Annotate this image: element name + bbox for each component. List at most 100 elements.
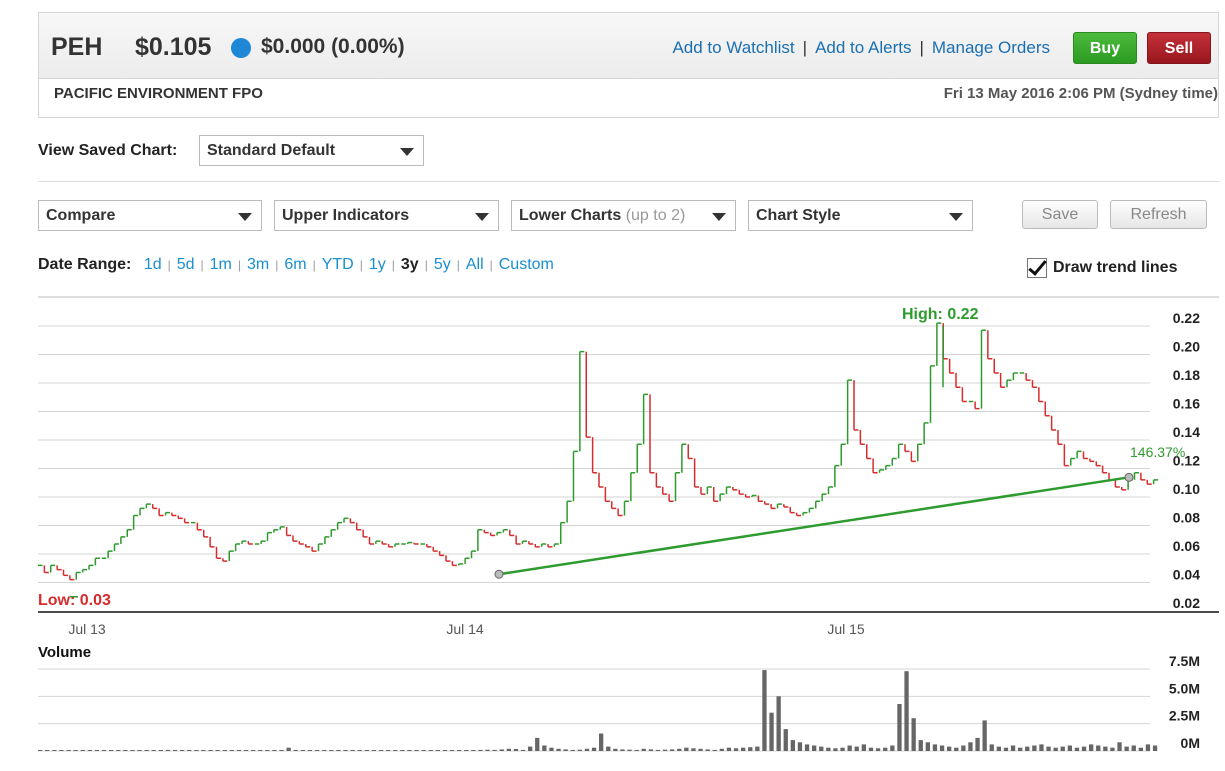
date-range-option[interactable]: All	[466, 256, 484, 273]
volume-bar	[691, 748, 696, 751]
volume-bar	[343, 750, 348, 751]
date-range-option[interactable]: 5d	[177, 256, 195, 273]
refresh-button[interactable]: Refresh	[1110, 200, 1207, 229]
quote-links: Add to Watchlist | Add to Alerts | Manage Or…	[672, 38, 1050, 58]
volume-bar	[790, 740, 795, 751]
volume-bar	[1124, 746, 1129, 751]
volume-bar	[94, 750, 100, 751]
quote-header: PEH $0.105 $0.000 (0.00%) Add to Watchli…	[38, 12, 1219, 118]
date-range-separator: |	[424, 258, 428, 272]
volume-bar	[947, 746, 952, 751]
volume-bar	[1003, 747, 1009, 751]
volume-bar	[435, 750, 440, 751]
volume-bar	[1110, 747, 1115, 751]
volume-bar	[314, 750, 320, 751]
volume-bar	[1025, 746, 1030, 751]
save-button[interactable]: Save	[1022, 200, 1098, 229]
volume-bar	[1117, 742, 1122, 751]
checkbox-checked-icon[interactable]	[1027, 258, 1047, 278]
volume-bar	[1067, 745, 1072, 751]
volume-bar	[996, 746, 1001, 751]
date-range-option[interactable]: 5y	[434, 256, 451, 273]
volume-bar	[499, 749, 504, 751]
price-series	[38, 322, 1159, 598]
sell-button[interactable]: Sell	[1147, 32, 1211, 64]
manage-orders-link[interactable]: Manage Orders	[932, 38, 1050, 57]
upper-indicators-select[interactable]: Upper Indicators	[274, 200, 499, 231]
draw-trend-lines-toggle[interactable]: Draw trend lines	[1027, 258, 1177, 278]
volume-bar	[847, 745, 852, 751]
buy-button[interactable]: Buy	[1073, 32, 1137, 64]
volume-tick-label: 7.5M	[1169, 653, 1200, 669]
quote-datetime: Fri 13 May 2016 2:06 PM (Sydney time)	[943, 85, 1218, 102]
chevron-down-icon	[475, 213, 489, 221]
volume-bar	[158, 750, 163, 751]
price-tick-label: 0.22	[1173, 310, 1200, 326]
ticker-symbol: PEH	[51, 33, 103, 61]
price-tick-label: 0.14	[1173, 424, 1200, 440]
volume-bar	[471, 750, 476, 751]
date-range-option[interactable]: 1m	[210, 256, 232, 273]
volume-bar	[492, 749, 497, 751]
chart-style-label: Chart Style	[756, 207, 841, 224]
chart-style-select[interactable]: Chart Style	[748, 200, 973, 231]
volume-bar	[897, 704, 902, 751]
volume-bar	[229, 750, 234, 751]
last-price: $0.105	[135, 33, 212, 61]
volume-bar	[194, 750, 199, 751]
lower-charts-select[interactable]: Lower Charts (up to 2)	[511, 200, 736, 231]
volume-bar	[563, 749, 568, 751]
date-range-option[interactable]: YTD	[322, 256, 354, 273]
volume-bar	[137, 750, 142, 751]
volume-bar	[1039, 744, 1044, 751]
date-range-option[interactable]: 3m	[247, 256, 269, 273]
volume-bar	[655, 749, 661, 751]
volume-bar	[875, 748, 881, 751]
link-separator: |	[919, 38, 924, 57]
volume-bar	[52, 750, 57, 751]
volume-bar	[350, 750, 355, 751]
volume-bar	[1089, 744, 1094, 751]
volume-bar	[243, 750, 249, 751]
volume-bar	[208, 750, 213, 751]
volume-series	[38, 670, 1158, 751]
volume-bar	[606, 746, 611, 751]
volume-bar	[165, 749, 171, 751]
volume-bar	[73, 750, 78, 751]
quote-bar: PEH $0.105 $0.000 (0.00%) Add to Watchli…	[39, 13, 1218, 79]
volume-bar	[776, 696, 781, 751]
compare-label: Compare	[46, 207, 116, 224]
volume-bar	[797, 742, 803, 751]
add-to-watchlist-link[interactable]: Add to Watchlist	[672, 38, 794, 57]
volume-bar	[662, 749, 668, 751]
saved-chart-select[interactable]: Standard Default	[199, 135, 424, 166]
volume-bar	[968, 742, 973, 751]
date-range-option[interactable]: Custom	[499, 256, 554, 273]
trend-line-start-handle	[494, 569, 504, 579]
volume-bar	[833, 748, 838, 751]
volume-bar	[961, 745, 966, 751]
compare-select[interactable]: Compare	[38, 200, 262, 231]
volume-bar	[1053, 747, 1058, 751]
volume-bar	[925, 742, 930, 751]
date-range-option[interactable]: 1d	[144, 256, 162, 273]
volume-bar	[1046, 746, 1051, 751]
volume-bar	[80, 750, 85, 751]
volume-bar	[819, 746, 824, 751]
price-tick-label: 0.02	[1173, 595, 1200, 611]
add-to-alerts-link[interactable]: Add to Alerts	[815, 38, 911, 57]
volume-bar	[812, 745, 817, 751]
volume-bar	[293, 750, 298, 751]
price-chart[interactable]: 0.220.200.180.160.140.120.100.080.060.04…	[0, 290, 1225, 771]
date-range-option[interactable]: 1y	[369, 256, 386, 273]
trend-line-change-label: 146.37%	[1130, 444, 1185, 460]
date-range-option[interactable]: 6m	[284, 256, 306, 273]
volume-bar	[393, 750, 398, 751]
volume-bar	[535, 737, 540, 751]
volume-bar	[1138, 747, 1143, 751]
date-range-option[interactable]: 3y	[401, 256, 419, 273]
volume-bar	[414, 750, 419, 751]
volume-bar	[428, 750, 433, 751]
chevron-down-icon	[400, 148, 414, 156]
volume-bar	[464, 750, 469, 751]
